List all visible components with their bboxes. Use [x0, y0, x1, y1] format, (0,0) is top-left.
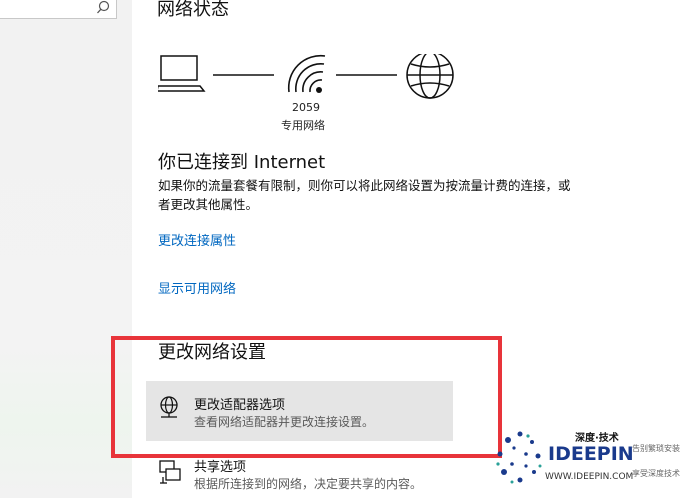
search-input[interactable]	[0, 0, 117, 19]
wifi-icon	[287, 54, 326, 93]
option-subtitle: 根据所连接到的网络，决定要共享的内容。	[194, 477, 423, 491]
watermark-cn-text: 深度·技术	[575, 433, 619, 444]
connected-title: 你已连接到 Internet	[158, 152, 326, 173]
watermark-brand: IDEEPIN	[548, 443, 634, 465]
sharing-icon	[158, 459, 182, 489]
change-connection-properties-link[interactable]: 更改连接属性	[158, 230, 236, 249]
connected-description: 如果你的流量套餐有限制，则你可以将此网络设置为按流量计费的连接，或者更改其他属性…	[158, 178, 571, 212]
network-status-heading: 网络状态	[157, 0, 229, 20]
search-icon[interactable]	[96, 0, 110, 20]
watermark-url: WWW.IDEEPIN.COM	[545, 472, 634, 482]
annotation-highlight-frame	[111, 336, 502, 458]
watermark-slogan-2: 享受深度技术	[632, 469, 680, 478]
network-type: 专用网络	[281, 119, 325, 132]
watermark-slogan-1: 告别繁琐安装	[632, 444, 680, 453]
show-available-networks-link[interactable]: 显示可用网络	[158, 278, 236, 297]
option-title: 共享选项	[194, 460, 247, 475]
laptop-icon	[158, 55, 206, 92]
network-name: 2059	[292, 101, 320, 114]
network-diagram	[158, 54, 454, 99]
globe-icon	[406, 54, 454, 99]
